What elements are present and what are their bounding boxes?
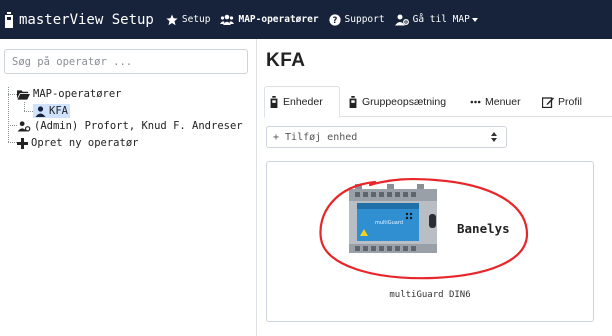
question-circle-icon: ? [328,13,341,26]
tree-item-label: KFA [49,105,68,117]
panel-divider [256,39,257,336]
nav-goto-map-label: Gå til MAP [412,14,470,25]
users-icon [220,14,235,25]
nav-map-operators-label: MAP-operatører [238,14,319,25]
tree-item-label: MAP-operatører [33,88,122,100]
tab-bar: Enheder Gruppeopsætning Menuer Profil [264,86,612,118]
tab-label: Menuer [485,95,521,108]
add-device-label: + Tilføj enhed [273,131,358,143]
operator-search-input[interactable] [4,49,248,74]
nav-map-operators[interactable]: MAP-operatører [220,14,319,26]
tree-connector [8,94,17,95]
star-icon [166,14,178,25]
tree-connector [8,125,17,126]
device-icon [270,96,278,108]
tree-connector [24,111,33,112]
tree-item-label: (Admin) Profort, Knud F. Andreser [34,120,243,132]
add-device-select[interactable]: + Tilføj enhed [266,126,507,148]
nav-setup[interactable]: Setup [166,14,211,26]
operator-tree: MAP-operatører KFA (Admin) Profort, Knud… [3,82,255,162]
user-icon [35,105,46,117]
svg-text:multiGuard: multiGuard [375,220,403,226]
tree-item-create-operator[interactable]: Opret ny operatør [17,136,138,150]
svg-text:?: ? [332,16,337,26]
top-navbar: masterView Setup Setup MAP-operatører ? … [0,0,612,39]
tab-menuer[interactable]: Menuer [466,86,525,117]
folder-open-icon [17,89,30,100]
nav-setup-label: Setup [181,14,211,25]
user-gear-icon [394,14,409,25]
caret-down-icon [471,17,478,22]
page-title: KFA [266,50,306,71]
brand-title: masterView Setup [19,11,154,28]
device-icon [349,95,357,108]
annotation-label: Banelys [457,221,510,236]
tree-connector [8,87,9,142]
tree-item-admin[interactable]: (Admin) Profort, Knud F. Andreser [17,119,243,133]
nav-goto-map[interactable]: Gå til MAP [394,14,478,26]
nav-support-label: Support [344,14,385,25]
tree-item-label: Opret ny operatør [31,137,139,149]
device-icon [5,11,13,28]
tree-connector [24,102,25,111]
ellipsis-icon [470,100,481,103]
select-arrows-icon [491,132,497,142]
tree-item-map-operators[interactable]: MAP-operatører [17,87,122,101]
plus-icon [17,137,28,149]
din-rail-device-image: multiGuard [349,184,437,253]
tab-label: Profil [558,95,582,108]
tab-label: Enheder [283,96,323,108]
tab-profil[interactable]: Profil [538,86,586,117]
tab-gruppeopsaetning[interactable]: Gruppeopsætning [344,86,450,117]
tab-enheder[interactable]: Enheder [264,86,340,118]
tree-item-kfa[interactable]: KFA [33,104,70,118]
tree-connector [8,142,17,143]
nav-support[interactable]: ? Support [328,13,385,26]
device-name: multiGuard DIN6 [389,290,471,300]
brand[interactable]: masterView Setup [4,11,154,28]
tab-label: Gruppeopsætning [362,95,447,108]
user-gear-icon [17,120,31,132]
edit-icon [542,96,554,108]
device-card[interactable]: multiGuard Banelys multiGuard DIN6 [266,161,594,322]
